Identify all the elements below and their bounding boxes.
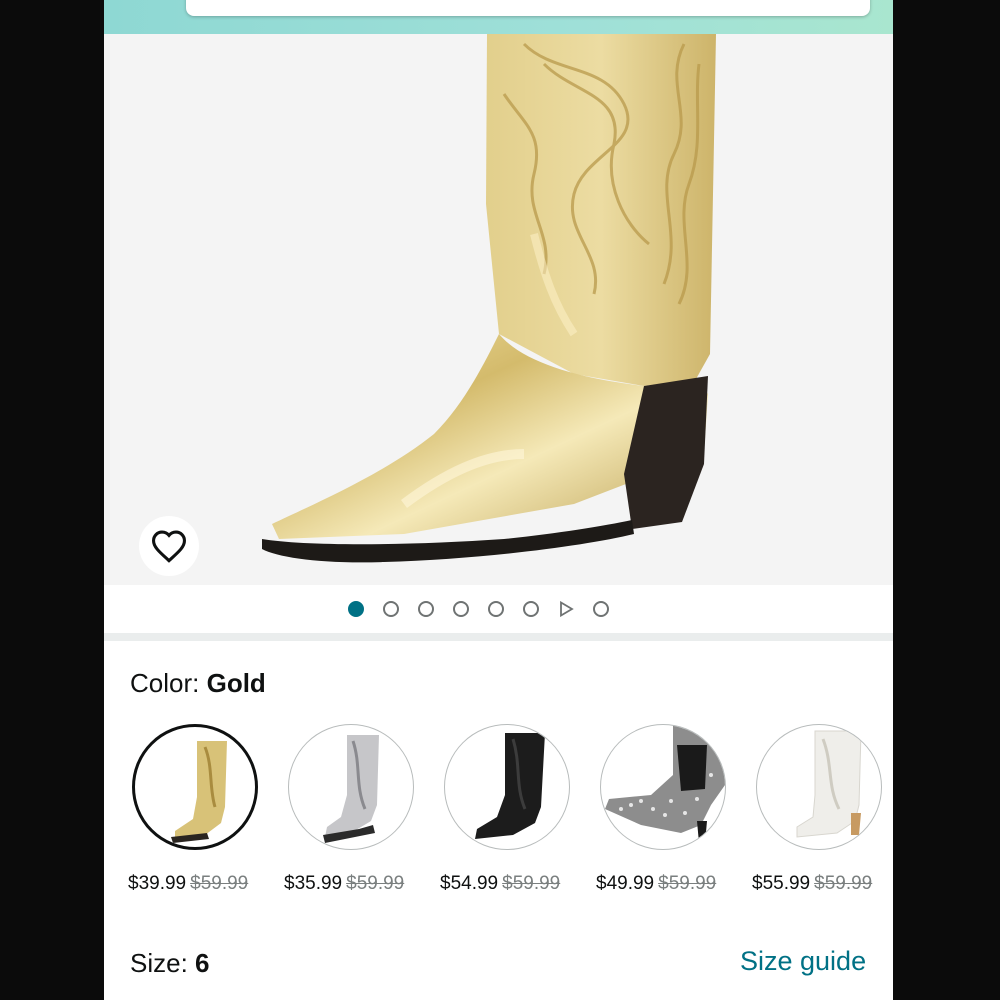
carousel-dot-8[interactable] bbox=[593, 601, 609, 617]
sale-price: $54.99 bbox=[440, 873, 499, 894]
swatch-price: $55.99 $59.99 bbox=[752, 873, 872, 895]
size-selection-label: Size: 6 bbox=[130, 948, 210, 979]
list-price: $59.99 bbox=[502, 873, 561, 894]
sale-price: $35.99 bbox=[284, 873, 343, 894]
header-bar bbox=[104, 0, 893, 34]
carousel-dot-3[interactable] bbox=[418, 601, 434, 617]
section-divider bbox=[104, 633, 893, 641]
swatch-price: $49.99 $59.99 bbox=[596, 873, 716, 895]
carousel-dot-6[interactable] bbox=[523, 601, 539, 617]
color-selection-label: Color: Gold bbox=[130, 668, 266, 699]
size-value: 6 bbox=[195, 948, 210, 978]
sale-price: $39.99 bbox=[128, 873, 187, 894]
size-guide-link[interactable]: Size guide bbox=[740, 946, 866, 977]
swatch-price: $54.99 $59.99 bbox=[440, 873, 560, 895]
sale-price: $49.99 bbox=[596, 873, 655, 894]
carousel-dot-2[interactable] bbox=[383, 601, 399, 617]
swatch-image bbox=[132, 724, 258, 850]
image-carousel-indicator bbox=[104, 585, 893, 633]
list-price: $59.99 bbox=[814, 873, 873, 894]
swatch-image bbox=[288, 724, 414, 850]
swatch-image bbox=[444, 724, 570, 850]
color-label-prefix: Color: bbox=[130, 668, 200, 698]
swatch-image bbox=[600, 724, 726, 850]
product-page: Color: Gold $39.99 $59.99 $35.99 $59.99 … bbox=[104, 0, 893, 1000]
list-price: $59.99 bbox=[346, 873, 405, 894]
carousel-dot-5[interactable] bbox=[488, 601, 504, 617]
carousel-dot-1[interactable] bbox=[348, 601, 364, 617]
list-price: $59.99 bbox=[658, 873, 717, 894]
play-triangle-icon[interactable] bbox=[558, 601, 574, 617]
product-image[interactable] bbox=[104, 34, 893, 585]
carousel-dot-4[interactable] bbox=[453, 601, 469, 617]
heart-outline-icon bbox=[151, 530, 187, 563]
swatch-image bbox=[756, 724, 882, 850]
swatch-price: $39.99 $59.99 bbox=[128, 873, 248, 895]
search-input[interactable] bbox=[186, 0, 870, 16]
list-price: $59.99 bbox=[190, 873, 249, 894]
swatch-price: $35.99 $59.99 bbox=[284, 873, 404, 895]
sale-price: $55.99 bbox=[752, 873, 811, 894]
color-value: Gold bbox=[206, 668, 266, 698]
size-label-prefix: Size: bbox=[130, 948, 188, 978]
color-swatch-list: $39.99 $59.99 $35.99 $59.99 $54.99 $59.9… bbox=[104, 722, 893, 902]
wishlist-button[interactable] bbox=[139, 516, 199, 576]
gold-boot-image bbox=[262, 34, 716, 563]
